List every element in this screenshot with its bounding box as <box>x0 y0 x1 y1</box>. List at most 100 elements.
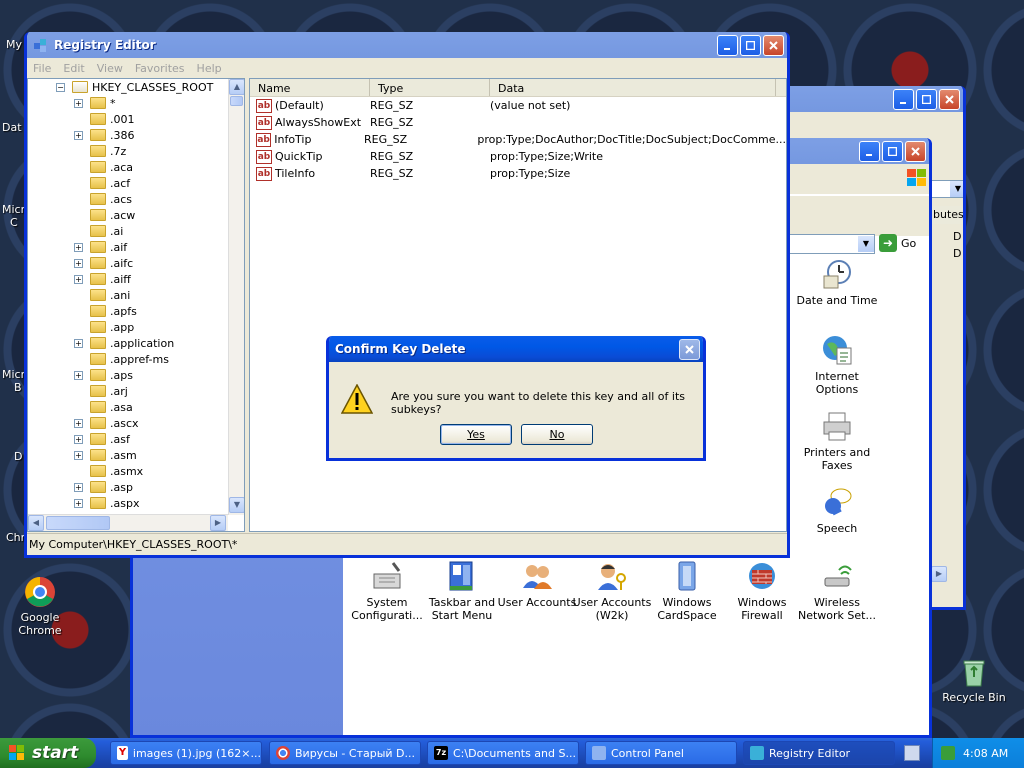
cp-item-internet-options[interactable]: Internet Options <box>795 334 879 396</box>
expand-icon[interactable]: + <box>74 434 83 444</box>
cp-item-wireless-network-setup[interactable]: Wireless Network Set... <box>795 560 879 622</box>
address-field[interactable]: ▼ <box>789 234 875 254</box>
keyboard-icon[interactable] <box>904 745 920 761</box>
expand-icon[interactable]: + <box>74 418 83 428</box>
taskbar-item-registry-editor[interactable]: Registry Editor <box>743 741 895 765</box>
expand-icon[interactable]: + <box>74 258 83 268</box>
window-titlebar[interactable] <box>787 86 963 112</box>
tree-key[interactable]: +.asmx <box>28 463 244 479</box>
tree-key[interactable]: +.aca <box>28 159 244 175</box>
collapse-icon[interactable]: − <box>56 82 65 92</box>
expand-icon[interactable]: + <box>74 274 83 284</box>
scroll-right-button[interactable]: ▶ <box>931 566 947 582</box>
menu-file[interactable]: File <box>33 62 51 75</box>
tree-root[interactable]: − HKEY_CLASSES_ROOT <box>28 79 244 95</box>
window-titlebar[interactable]: Registry Editor <box>27 32 787 58</box>
cp-item-system-configuration[interactable]: System Configurati... <box>345 560 429 622</box>
desktop-partial-label[interactable]: D <box>14 450 22 463</box>
confirm-key-delete-dialog[interactable]: Confirm Key Delete Are you sure you want… <box>326 336 706 461</box>
tree-key[interactable]: + .aspx <box>28 495 244 511</box>
tree-key[interactable]: + * <box>28 95 244 111</box>
menu-view[interactable]: View <box>97 62 123 75</box>
list-item[interactable]: D <box>953 230 961 243</box>
tree-key[interactable]: + .aif <box>28 239 244 255</box>
tree-key[interactable]: +.acw <box>28 207 244 223</box>
desktop-partial-label[interactable]: Dat <box>2 121 22 134</box>
close-button[interactable] <box>763 34 784 56</box>
cp-item-speech[interactable]: Speech <box>795 486 879 535</box>
tree-horizontal-scrollbar[interactable]: ◀ ▶ <box>28 514 228 531</box>
cp-item-user-accounts[interactable]: User Accounts <box>495 560 579 609</box>
tree-key[interactable]: +.001 <box>28 111 244 127</box>
scroll-down-button[interactable]: ▼ <box>229 497 244 513</box>
column-header-type[interactable]: Type <box>370 79 490 96</box>
tree-key[interactable]: + .aifc <box>28 255 244 271</box>
scroll-up-button[interactable]: ▲ <box>229 79 244 95</box>
taskbar-item-7zip[interactable]: 7z C:\Documents and S... <box>427 741 579 765</box>
cp-item-windows-firewall[interactable]: Windows Firewall <box>720 560 804 622</box>
list-item[interactable]: D <box>953 247 961 260</box>
value-row[interactable]: ab AlwaysShowExt REG_SZ <box>250 114 786 131</box>
minimize-button[interactable] <box>717 34 738 56</box>
value-row[interactable]: ab TileInfo REG_SZ prop:Type;Size <box>250 165 786 182</box>
column-header-data[interactable]: Data <box>490 79 776 96</box>
menu-favorites[interactable]: Favorites <box>135 62 185 75</box>
chevron-down-icon[interactable]: ▼ <box>950 181 963 197</box>
desktop-partial-label[interactable]: Chr <box>6 531 25 544</box>
tree-key[interactable]: +.app <box>28 319 244 335</box>
maximize-button[interactable] <box>916 88 937 110</box>
tree-key[interactable]: + .ascx <box>28 415 244 431</box>
minimize-button[interactable] <box>893 88 914 110</box>
expand-icon[interactable]: + <box>74 370 83 380</box>
desktop-icon-recycle-bin[interactable]: Recycle Bin <box>934 656 1014 704</box>
tree-key[interactable]: +.ani <box>28 287 244 303</box>
tree-key[interactable]: +.apfs <box>28 303 244 319</box>
yes-button[interactable]: Yes <box>440 424 512 445</box>
expand-icon[interactable]: + <box>74 498 83 508</box>
expand-icon[interactable]: + <box>74 242 83 252</box>
desktop-icon-google-chrome[interactable]: Google Chrome <box>0 576 80 637</box>
column-header-name[interactable]: Name <box>250 79 370 96</box>
expand-icon[interactable]: + <box>74 450 83 460</box>
desktop-partial-label[interactable]: B <box>14 381 22 394</box>
tree-key[interactable]: + .aps <box>28 367 244 383</box>
chevron-down-icon[interactable]: ▼ <box>858 236 874 252</box>
tree-key[interactable]: +.ai <box>28 223 244 239</box>
cp-item-printers-and-faxes[interactable]: Printers and Faxes <box>795 410 879 472</box>
start-button[interactable]: start <box>0 738 96 768</box>
no-button[interactable]: No <box>521 424 593 445</box>
dropdown-fragment[interactable]: ▼ <box>931 180 963 198</box>
expand-icon[interactable]: + <box>74 338 83 348</box>
scroll-thumb[interactable] <box>46 516 110 530</box>
maximize-button[interactable] <box>882 140 903 162</box>
tree-key[interactable]: +.acs <box>28 191 244 207</box>
column-header-attributes[interactable]: butes <box>931 206 963 224</box>
maximize-button[interactable] <box>740 34 761 56</box>
value-row[interactable]: ab InfoTip REG_SZ prop:Type;DocAuthor;DocTi… <box>250 131 786 148</box>
cp-item-date-and-time[interactable]: Date and Time <box>795 258 879 307</box>
go-button[interactable]: ➜ Go <box>879 234 916 252</box>
expand-icon[interactable]: + <box>74 482 83 492</box>
tree-key[interactable]: + .application <box>28 335 244 351</box>
scroll-right-button[interactable]: ▶ <box>210 515 226 531</box>
tree-key[interactable]: + .asm <box>28 447 244 463</box>
tree-vertical-scrollbar[interactable]: ▲ ▼ <box>228 79 244 515</box>
minimize-button[interactable] <box>859 140 880 162</box>
cp-item-windows-cardspace[interactable]: Windows CardSpace <box>645 560 729 622</box>
tree-key[interactable]: +.asa <box>28 399 244 415</box>
close-button[interactable] <box>905 140 926 162</box>
value-row[interactable]: ab QuickTip REG_SZ prop:Type;Size;Write <box>250 148 786 165</box>
scroll-left-button[interactable]: ◀ <box>28 515 44 531</box>
network-icon[interactable] <box>941 746 955 760</box>
taskbar-item-image[interactable]: Y images (1).jpg (162×... <box>110 741 262 765</box>
close-button[interactable] <box>679 338 700 360</box>
expand-icon[interactable]: + <box>74 130 83 140</box>
expand-icon[interactable]: + <box>74 98 83 108</box>
desktop-partial-label[interactable]: C <box>10 216 18 229</box>
tree-key[interactable]: +.acf <box>28 175 244 191</box>
tree-key[interactable]: + .386 <box>28 127 244 143</box>
scroll-thumb[interactable] <box>230 96 243 106</box>
tree-key[interactable]: +.appref-ms <box>28 351 244 367</box>
close-button[interactable] <box>939 88 960 110</box>
taskbar-item-browser[interactable]: Вирусы - Старый D... <box>269 741 421 765</box>
